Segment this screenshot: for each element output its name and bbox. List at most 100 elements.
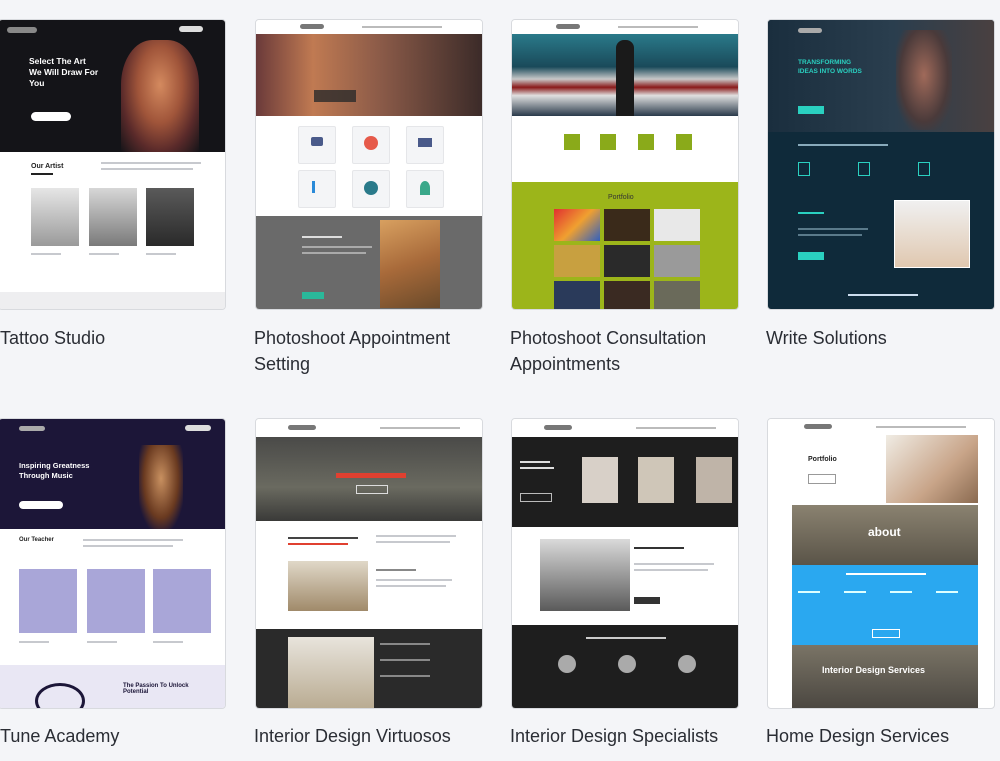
service-icon-box — [406, 126, 444, 164]
nav-bar — [512, 419, 738, 437]
room-photo — [288, 637, 374, 708]
about-section — [256, 216, 482, 309]
template-title[interactable]: Tattoo Studio — [0, 325, 230, 351]
portfolio-button — [808, 474, 836, 484]
template-title[interactable]: Home Design Services — [766, 723, 996, 749]
nav-bar — [512, 20, 738, 34]
text-line — [380, 675, 430, 677]
passion-section: The Passion To Unlock Potential — [0, 665, 225, 708]
portfolio-section: Portfolio — [512, 182, 738, 309]
text-line — [798, 228, 868, 230]
hero-couple-image — [256, 34, 482, 116]
camera-icon — [311, 137, 323, 146]
text-line — [520, 467, 554, 469]
service-circle — [678, 655, 696, 673]
template-card-tune-academy[interactable]: Inspiring Greatness Through Music Our Te… — [0, 418, 226, 709]
hero-section: TRANSFORMING IDEAS INTO WORDS — [768, 20, 994, 132]
cta-button — [634, 597, 660, 604]
hero-heading: TRANSFORMING IDEAS INTO WORDS — [798, 59, 862, 75]
text-line — [19, 641, 49, 643]
template-title[interactable]: Write Solutions — [766, 325, 996, 351]
text-line — [848, 294, 918, 296]
cta-button — [302, 292, 324, 299]
dark-section — [256, 629, 482, 708]
blue-features-section — [792, 565, 978, 645]
text-line — [288, 537, 358, 539]
features-button — [872, 629, 900, 638]
room-photo — [638, 457, 674, 503]
guitar-illustration — [35, 683, 85, 708]
hero-heading: Select The Art We Will Draw For You — [29, 56, 99, 88]
nav-links — [618, 26, 698, 28]
template-title[interactable]: Photoshoot Appointment Setting — [254, 325, 484, 377]
services-heading: Interior Design Services — [822, 665, 926, 675]
dark-services-section — [512, 625, 738, 708]
nav-links — [380, 427, 460, 429]
template-card-tattoo-studio[interactable]: Select The Art We Will Draw For You Our … — [0, 19, 226, 310]
nav-links — [636, 427, 716, 429]
living-room-photo — [540, 539, 630, 611]
template-title[interactable]: Interior Design Specialists — [510, 723, 740, 749]
portfolio-photo — [654, 245, 700, 277]
hero-model-image — [512, 34, 738, 116]
text-line — [83, 545, 173, 547]
text-line — [798, 212, 824, 214]
stat-box — [638, 134, 654, 150]
text-line — [798, 144, 888, 146]
template-card-photoshoot-appointment-setting[interactable] — [255, 19, 483, 310]
writer-photo — [894, 200, 970, 268]
template-title[interactable]: Tune Academy — [0, 723, 230, 749]
service-circle — [558, 655, 576, 673]
portfolio-photo — [654, 281, 700, 309]
room-photo — [582, 457, 618, 503]
template-card-write-solutions[interactable]: TRANSFORMING IDEAS INTO WORDS — [767, 19, 995, 310]
feature-icon — [798, 162, 810, 176]
interior-photo — [288, 561, 368, 611]
services-banner: Interior Design Services — [792, 645, 978, 708]
cta-button — [798, 252, 824, 260]
room-photo — [696, 457, 732, 503]
text-line — [520, 461, 550, 463]
artist-section-heading: Our Artist — [31, 163, 64, 170]
artist-photo — [31, 188, 79, 246]
template-card-home-design-services[interactable]: Portfolio about Interior Design Services — [767, 418, 995, 709]
violinist-image — [139, 445, 183, 529]
template-title[interactable]: Photoshoot Consultation Appointments — [510, 325, 740, 377]
portfolio-heading: Portfolio — [608, 194, 634, 201]
portrait-icon — [364, 136, 378, 150]
template-card-interior-design-specialists[interactable] — [511, 418, 739, 709]
text-line — [89, 253, 119, 255]
hero-button — [520, 493, 552, 502]
text-line — [101, 162, 201, 164]
logo — [798, 28, 822, 33]
heading-underline — [31, 173, 53, 175]
template-card-interior-design-virtuosos[interactable] — [255, 418, 483, 709]
stat-box — [564, 134, 580, 150]
template-card-photoshoot-consultation[interactable]: Portfolio — [511, 19, 739, 310]
teacher-photo — [153, 569, 211, 633]
stat-box — [600, 134, 616, 150]
teacher-photo — [87, 569, 145, 633]
portfolio-heading: Portfolio — [808, 456, 837, 463]
service-icon-box — [352, 126, 390, 164]
portfolio-photo — [604, 209, 650, 241]
text-line — [634, 569, 708, 571]
feature-icon — [918, 162, 930, 176]
artist-photo — [146, 188, 194, 246]
portfolio-photo — [654, 209, 700, 241]
template-title[interactable]: Interior Design Virtuosos — [254, 723, 484, 749]
text-line — [634, 547, 684, 549]
text-line — [798, 591, 820, 593]
social-icons — [179, 26, 203, 32]
portfolio-photo — [554, 281, 600, 309]
service-icon-box — [406, 170, 444, 208]
gallery-icon — [418, 138, 432, 147]
hero-heading: Inspiring Greatness Through Music — [19, 461, 90, 480]
text-line — [844, 591, 866, 593]
logo — [804, 424, 832, 429]
service-icon-box — [298, 126, 336, 164]
text-line — [302, 246, 372, 248]
staircase-image — [886, 435, 978, 503]
nav-links — [876, 426, 966, 428]
logo — [556, 24, 580, 29]
